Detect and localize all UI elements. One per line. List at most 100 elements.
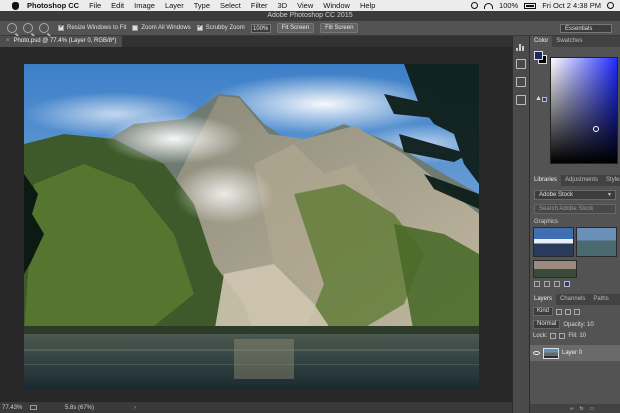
histogram-icon[interactable] bbox=[516, 41, 526, 51]
scrubby-zoom-checkbox[interactable]: Scrubby Zoom bbox=[196, 23, 245, 31]
tab-layers[interactable]: Layers bbox=[530, 294, 557, 305]
graphic-thumbnail[interactable] bbox=[533, 227, 574, 257]
fx-icon[interactable]: fx bbox=[580, 406, 584, 412]
trash-icon[interactable]: ▭ bbox=[589, 406, 594, 412]
photo-artwork bbox=[24, 64, 479, 389]
menu-window[interactable]: Window bbox=[323, 1, 350, 10]
zoom-all-windows-checkbox[interactable]: Zoom All Windows bbox=[132, 25, 191, 31]
type-filter-icon[interactable] bbox=[574, 308, 581, 315]
status-menu-arrow[interactable]: › bbox=[134, 405, 136, 411]
close-tab-icon[interactable]: × bbox=[6, 36, 10, 47]
checkbox-unchecked-icon bbox=[132, 25, 139, 31]
apple-icon[interactable] bbox=[12, 1, 19, 10]
zoom-out-icon[interactable] bbox=[39, 23, 49, 33]
fill-screen-button[interactable]: Fill Screen bbox=[320, 23, 359, 33]
layers-footer: ∞ fx ▭ bbox=[530, 404, 620, 413]
canvas-area[interactable] bbox=[0, 47, 512, 402]
layer-filter-row: Kind bbox=[530, 305, 620, 318]
lock-position-icon[interactable] bbox=[559, 333, 566, 339]
window-title: Adobe Photoshop CC 2015 bbox=[0, 11, 620, 21]
lock-icon[interactable] bbox=[550, 333, 557, 339]
add-color-icon[interactable] bbox=[564, 281, 570, 287]
library-search-input[interactable]: Search Adobe Stock bbox=[534, 204, 616, 214]
color-picker-cursor[interactable] bbox=[593, 126, 599, 132]
chevron-down-icon: ▼ bbox=[607, 192, 612, 198]
battery-icon[interactable] bbox=[524, 2, 537, 9]
mountain-lake-photo[interactable] bbox=[24, 64, 479, 389]
creative-cloud-icon[interactable] bbox=[471, 2, 479, 9]
document-tab[interactable]: × Photo.psd @ 77.4% (Layer 0, RGB/8*) bbox=[0, 36, 123, 47]
properties-icon[interactable] bbox=[516, 59, 526, 69]
library-panel-tabs: Libraries Adjustments Styles bbox=[530, 175, 620, 186]
opacity-control[interactable]: Opacity: 10 bbox=[563, 322, 593, 328]
wifi-icon[interactable] bbox=[484, 2, 494, 9]
clock[interactable]: Fri Oct 2 4:38 PM bbox=[542, 1, 601, 10]
document-tab-row: × Photo.psd @ 77.4% (Layer 0, RGB/8*) bbox=[0, 36, 512, 47]
lock-row: Lock: Fill: 10 bbox=[530, 331, 620, 341]
zoom-tool-icon[interactable] bbox=[7, 23, 17, 33]
graphics-heading: Graphics bbox=[534, 219, 559, 225]
pixel-filter-icon[interactable] bbox=[556, 308, 563, 315]
adjustment-filter-icon[interactable] bbox=[565, 308, 572, 315]
menu-type[interactable]: Type bbox=[194, 1, 210, 10]
battery-percent: 100% bbox=[499, 1, 519, 10]
options-bar: Resize Windows to Fit Zoom All Windows S… bbox=[0, 21, 620, 36]
graphic-thumbnail[interactable] bbox=[533, 260, 577, 278]
checkbox-checked-icon bbox=[58, 23, 64, 31]
graphic-thumbnail[interactable] bbox=[576, 227, 617, 257]
tab-color[interactable]: Color bbox=[530, 36, 553, 47]
zoom-readout[interactable]: 77.43% bbox=[2, 405, 24, 411]
menu-filter[interactable]: Filter bbox=[251, 1, 268, 10]
layer-name[interactable]: Layer 0 bbox=[562, 350, 582, 356]
document-tab-title: Photo.psd @ 77.4% (Layer 0, RGB/8*) bbox=[13, 38, 117, 44]
color-panel-tabs: Color Swatches bbox=[530, 36, 620, 47]
library-select[interactable]: Adobe Stock ▼ bbox=[534, 190, 616, 200]
tab-styles[interactable]: Styles bbox=[602, 175, 620, 186]
document-info: 5.8s (67%) bbox=[65, 404, 95, 411]
info-icon[interactable] bbox=[516, 77, 526, 87]
layer-kind-filter[interactable]: Kind bbox=[533, 307, 554, 316]
menu-help[interactable]: Help bbox=[360, 1, 375, 10]
tab-paths[interactable]: Paths bbox=[589, 294, 612, 305]
add-graphic-icon[interactable] bbox=[544, 281, 550, 287]
workspace-select[interactable]: Essentials bbox=[560, 24, 612, 33]
spotlight-icon[interactable] bbox=[607, 2, 614, 9]
zoom-value-field[interactable]: 100% bbox=[250, 23, 271, 33]
tab-adjustments[interactable]: Adjustments bbox=[561, 175, 602, 186]
blend-mode-select[interactable]: Normal bbox=[533, 320, 561, 329]
library-toolbar bbox=[530, 278, 620, 290]
resize-windows-checkbox[interactable]: Resize Windows to Fit bbox=[58, 23, 126, 31]
share-icon[interactable] bbox=[30, 405, 37, 410]
status-bar: 77.43% 5.8s (67%) › bbox=[0, 402, 512, 413]
menu-file[interactable]: File bbox=[89, 1, 101, 10]
fill-control[interactable]: Fill: 10 bbox=[568, 333, 586, 339]
status-menus: 100% Fri Oct 2 4:38 PM bbox=[471, 0, 614, 11]
color-panel: ▲ bbox=[530, 47, 620, 167]
tab-channels[interactable]: Channels bbox=[556, 294, 589, 305]
history-icon[interactable] bbox=[516, 95, 526, 105]
menu-select[interactable]: Select bbox=[220, 1, 241, 10]
panel-dock: Color Swatches ▲ Libraries Adjustments S… bbox=[530, 36, 620, 413]
layer-row[interactable]: Layer 0 bbox=[530, 345, 620, 361]
menu-app-name[interactable]: Photoshop CC bbox=[27, 1, 79, 10]
tab-swatches[interactable]: Swatches bbox=[552, 36, 586, 47]
add-text-icon[interactable] bbox=[554, 281, 560, 287]
fit-screen-button[interactable]: Fit Screen bbox=[276, 23, 315, 33]
link-icon[interactable]: ∞ bbox=[570, 406, 574, 412]
menu-edit[interactable]: Edit bbox=[111, 1, 124, 10]
menu-view[interactable]: View bbox=[297, 1, 313, 10]
menu-layer[interactable]: Layer bbox=[165, 1, 184, 10]
gamut-warning-icon[interactable]: ▲ bbox=[535, 95, 542, 102]
color-picker-field[interactable] bbox=[550, 57, 618, 164]
menu-bar: Photoshop CC File Edit Image Layer Type … bbox=[0, 0, 620, 11]
gamut-swatch[interactable] bbox=[542, 97, 547, 102]
blend-row: Normal Opacity: 10 bbox=[530, 318, 620, 331]
cc-library-icon[interactable] bbox=[534, 281, 540, 287]
eye-icon[interactable] bbox=[533, 351, 540, 355]
menu-image[interactable]: Image bbox=[134, 1, 155, 10]
foreground-swatch[interactable] bbox=[534, 51, 543, 60]
checkbox-checked-icon bbox=[196, 23, 203, 31]
menu-3d[interactable]: 3D bbox=[278, 1, 288, 10]
zoom-in-icon[interactable] bbox=[23, 23, 33, 33]
tab-libraries[interactable]: Libraries bbox=[530, 175, 562, 186]
